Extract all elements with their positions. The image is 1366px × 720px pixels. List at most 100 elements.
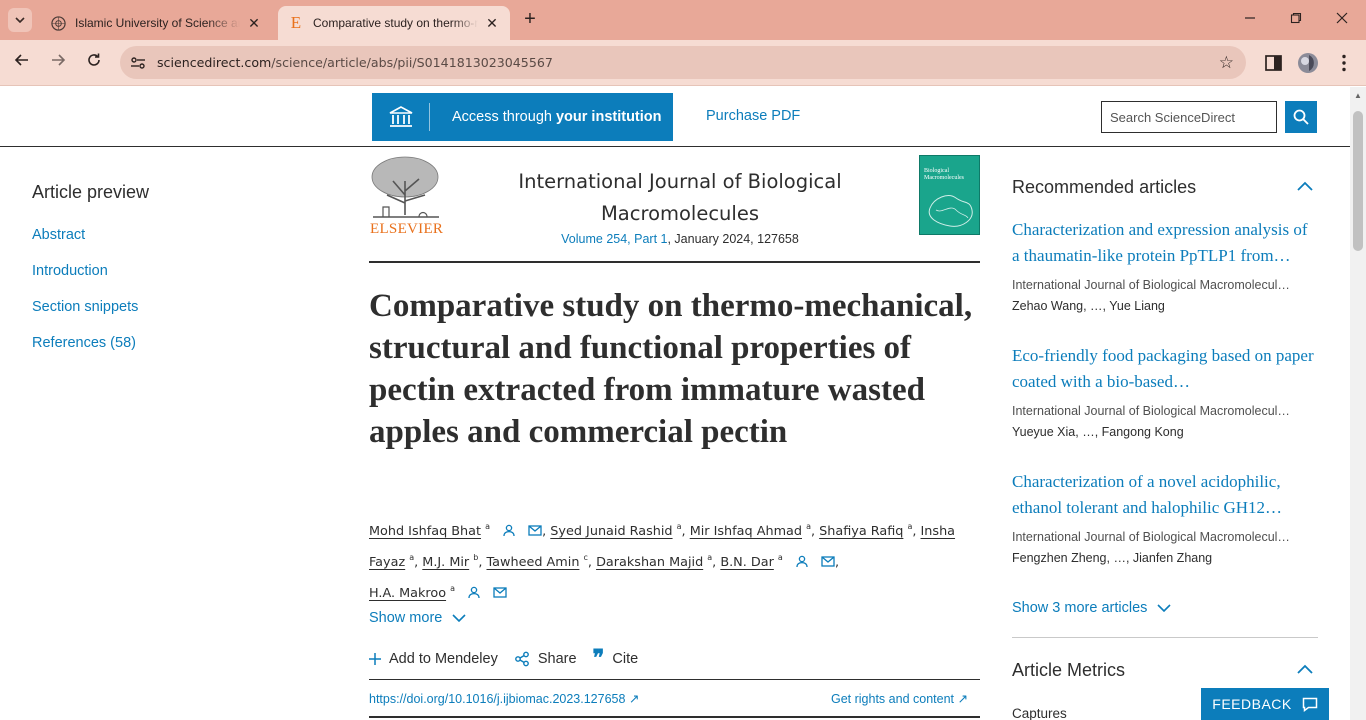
author-link[interactable]: Tawheed Amin <box>486 555 579 570</box>
recommended-article: Eco-friendly food packaging based on pap… <box>1012 343 1318 439</box>
institution-icon <box>372 103 430 131</box>
search-input[interactable] <box>1101 101 1277 133</box>
recommended-article-link[interactable]: Characterization and expression analysis… <box>1012 217 1318 269</box>
minimize-button[interactable] <box>1238 8 1262 32</box>
address-bar[interactable]: sciencedirect.com/science/article/abs/pi… <box>120 46 1246 79</box>
sidebar-item-introduction[interactable]: Introduction <box>32 263 108 279</box>
recommended-article-link[interactable]: Characterization of a novel acidophilic,… <box>1012 469 1318 521</box>
recommended-article-link[interactable]: Eco-friendly food packaging based on pap… <box>1012 343 1318 395</box>
profile-avatar-icon[interactable] <box>1296 51 1320 75</box>
person-icon[interactable] <box>795 555 809 567</box>
access-prefix: Access through <box>452 109 556 125</box>
search-icon <box>1293 109 1309 125</box>
author-link[interactable]: Mir Ishfaq Ahmad <box>690 524 802 539</box>
author-link[interactable]: H.A. Makroo <box>369 586 446 601</box>
journal-cover-image[interactable]: Biological Macromolecules <box>919 155 980 235</box>
more-menu-icon[interactable] <box>1332 51 1356 75</box>
affiliation-marker: a <box>806 522 811 531</box>
author-link[interactable]: Shafiya Rafiq <box>819 524 903 539</box>
rights-link[interactable]: Get rights and content ↗ <box>831 691 968 706</box>
access-institution-button[interactable]: Access through your institution <box>372 93 673 141</box>
site-settings-icon[interactable] <box>129 54 147 72</box>
cite-button[interactable]: ❞ Cite <box>593 647 639 669</box>
page-scrollbar[interactable]: ▲ <box>1350 87 1366 720</box>
title-divider <box>369 261 980 263</box>
article-preview-heading: Article preview <box>32 182 150 202</box>
access-label: Access through your institution <box>430 109 662 125</box>
tab-iust[interactable]: Islamic University of Science an ✕ <box>40 6 272 40</box>
sidebar-item-abstract[interactable]: Abstract <box>32 227 85 243</box>
journal-title[interactable]: International Journal of Biological Macr… <box>480 166 880 230</box>
author-link[interactable]: M.J. Mir <box>422 555 469 570</box>
sidebar-item-references[interactable]: References (58) <box>32 335 136 351</box>
chevron-up-icon[interactable] <box>1297 664 1313 674</box>
sidebar-item-section-snippets[interactable]: Section snippets <box>32 299 138 315</box>
url-host: sciencedirect.com <box>157 55 272 70</box>
tab-strip: Islamic University of Science an ✕ E Com… <box>0 0 1366 40</box>
close-tab-icon[interactable]: ✕ <box>246 15 262 32</box>
affiliation-marker: a <box>485 522 490 531</box>
chevron-up-icon[interactable] <box>1297 181 1313 191</box>
site-header: Access through your institution Purchase… <box>0 87 1350 147</box>
browser-toolbar: sciencedirect.com/science/article/abs/pi… <box>0 40 1366 86</box>
add-to-mendeley-button[interactable]: Add to Mendeley <box>369 651 498 667</box>
bookmark-star-icon[interactable]: ☆ <box>1219 53 1234 73</box>
back-button[interactable] <box>10 51 34 75</box>
reload-icon <box>88 53 100 66</box>
share-button[interactable]: Share <box>514 651 577 667</box>
affiliation-marker: a <box>450 584 456 593</box>
share-label: Share <box>537 651 577 667</box>
access-bold: your institution <box>555 109 662 125</box>
arrow-right-icon <box>52 54 66 66</box>
feedback-button[interactable]: FEEDBACK <box>1201 688 1329 720</box>
tab-article[interactable]: E Comparative study on thermo-m ✕ <box>278 6 510 40</box>
email-icon[interactable] <box>493 586 507 598</box>
affiliation-marker: a <box>676 522 682 531</box>
author-link[interactable]: B.N. Dar <box>720 555 774 570</box>
volume-link[interactable]: Volume 254, Part 1 <box>561 232 667 246</box>
doi-text: https://doi.org/10.1016/j.ijbiomac.2023.… <box>369 692 626 706</box>
author-link[interactable]: Mohd Ishfaq Bhat <box>369 524 481 539</box>
email-icon[interactable] <box>821 555 835 567</box>
plus-icon <box>369 653 381 665</box>
side-panel-icon[interactable] <box>1262 51 1286 75</box>
scroll-up-arrow-icon[interactable]: ▲ <box>1354 91 1362 100</box>
restore-button[interactable] <box>1284 8 1308 32</box>
article-actions: Add to Mendeley Share ❞ Cite <box>369 647 654 669</box>
mendeley-label: Add to Mendeley <box>389 651 498 667</box>
recommended-journal: International Journal of Biological Macr… <box>1012 530 1290 544</box>
cover-title: Biological Macromolecules <box>924 168 964 181</box>
affiliation-marker: a <box>409 553 415 562</box>
new-tab-button[interactable]: + <box>518 8 542 32</box>
article-metrics-heading: Article Metrics <box>1012 660 1126 680</box>
reload-button[interactable] <box>82 51 106 75</box>
show-more-button[interactable]: Show more <box>369 610 466 626</box>
close-window-button[interactable] <box>1330 8 1354 32</box>
recommended-heading: Recommended articles <box>1012 177 1197 197</box>
close-tab-icon[interactable]: ✕ <box>484 15 500 32</box>
recommended-authors: Fengzhen Zheng, …, Jianfen Zhang <box>1012 551 1213 565</box>
bottom-divider <box>369 716 980 718</box>
person-icon[interactable] <box>467 586 481 598</box>
scrollbar-thumb[interactable] <box>1353 111 1363 251</box>
author-list: Mohd Ishfaq Bhat a , Syed Junaid Rashid … <box>369 522 956 601</box>
tab-title: Comparative study on thermo-m <box>313 16 478 30</box>
external-link-icon: ↗ <box>957 692 968 706</box>
doi-link[interactable]: https://doi.org/10.1016/j.ijbiomac.2023.… <box>369 691 639 706</box>
purchase-pdf-link[interactable]: Purchase PDF <box>706 108 800 124</box>
show-more-articles-button[interactable]: Show 3 more articles <box>1012 600 1171 616</box>
arrow-left-icon <box>14 54 28 66</box>
person-icon[interactable] <box>502 524 516 536</box>
tab-search-button[interactable] <box>8 8 32 32</box>
author-link[interactable]: Syed Junaid Rashid <box>550 524 672 539</box>
search-button[interactable] <box>1285 101 1317 133</box>
journal-volume: Volume 254, Part 1, January 2024, 127658 <box>480 232 880 246</box>
article-title: Comparative study on thermo-mechanical, … <box>369 288 973 450</box>
forward-button[interactable] <box>46 51 70 75</box>
rights-text: Get rights and content <box>831 692 954 706</box>
share-icon <box>514 651 529 667</box>
author-link[interactable]: Darakshan Majid <box>596 555 703 570</box>
email-icon[interactable] <box>528 524 542 536</box>
recommended-journal: International Journal of Biological Macr… <box>1012 404 1290 418</box>
affiliation-marker: c <box>583 553 588 562</box>
